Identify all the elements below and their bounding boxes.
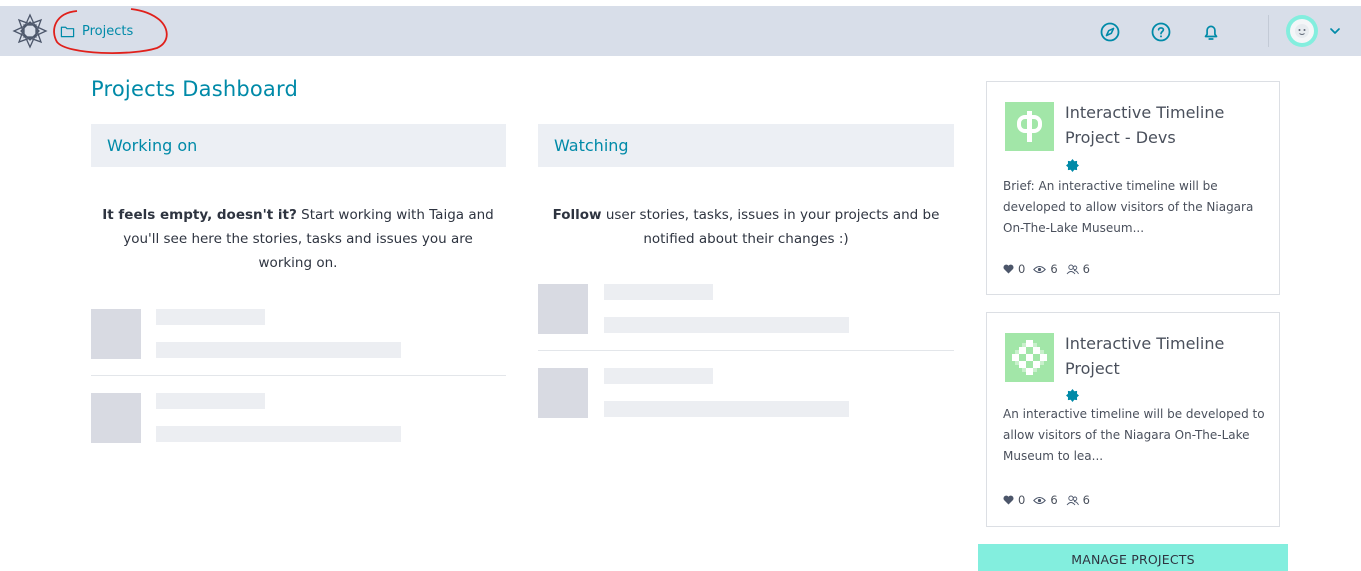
placeholder-text-bar: [156, 426, 401, 442]
working-on-empty-message: It feels empty, doesn't it? Start workin…: [100, 203, 496, 275]
topbar-divider: [1268, 15, 1269, 47]
top-navigation-bar: Projects: [0, 6, 1361, 56]
watching-empty-message: Follow user stories, tasks, issues in yo…: [552, 203, 940, 251]
project-stats: 0 6 6: [1003, 262, 1090, 276]
placeholder-text-bar: [604, 401, 849, 417]
taiga-logo-icon[interactable]: [12, 13, 48, 49]
project-logo[interactable]: [1005, 333, 1054, 382]
project-logo-pattern-icon: [1012, 340, 1047, 375]
watching-empty-text: user stories, tasks, issues in your proj…: [601, 207, 940, 247]
project-logo-glyph-icon: [1017, 111, 1042, 142]
placeholder-text-bar: [604, 317, 849, 333]
placeholder-text-bar: [156, 342, 401, 358]
placeholder-title-bar: [156, 393, 265, 409]
manage-projects-button[interactable]: MANAGE PROJECTS: [978, 544, 1288, 571]
project-card[interactable]: Interactive Timeline Project - Devs Brie…: [986, 81, 1280, 295]
folder-icon: [60, 26, 75, 37]
working-on-header: Working on: [91, 124, 506, 167]
project-description: Brief: An interactive timeline will be d…: [1003, 179, 1254, 235]
likes-count: 0: [1018, 262, 1026, 276]
avatar-image: [1290, 19, 1314, 43]
projects-nav-label: Projects: [82, 23, 134, 39]
watching-empty-bold: Follow: [552, 207, 602, 223]
help-icon[interactable]: [1150, 21, 1172, 43]
working-on-empty-bold: It feels empty, doesn't it?: [102, 207, 297, 223]
placeholder-thumbnail: [538, 368, 588, 418]
avatar-face-icon: [1295, 24, 1309, 38]
heart-icon: [1003, 495, 1014, 505]
heart-icon: [1003, 264, 1014, 274]
members-count: 6: [1082, 493, 1090, 507]
members-count: 6: [1082, 262, 1090, 276]
placeholder-thumbnail: [538, 284, 588, 334]
project-logo[interactable]: [1005, 102, 1054, 151]
watchers-count: 6: [1050, 493, 1058, 507]
chevron-down-icon[interactable]: [1328, 24, 1342, 38]
placeholder-title-bar: [604, 368, 713, 384]
placeholder-thumbnail: [91, 309, 141, 359]
members-icon: [1066, 495, 1079, 505]
project-status-badge-icon: [1066, 159, 1079, 172]
project-title[interactable]: Interactive Timeline Project - Devs: [1065, 100, 1265, 150]
user-avatar[interactable]: [1286, 15, 1318, 47]
projects-nav-link[interactable]: Projects: [60, 19, 133, 43]
page-title: Projects Dashboard: [91, 77, 298, 101]
placeholder-divider: [91, 375, 506, 376]
project-card[interactable]: Interactive Timeline Project An interact…: [986, 312, 1280, 527]
watchers-count: 6: [1050, 262, 1058, 276]
discover-icon[interactable]: [1099, 21, 1121, 43]
placeholder-divider: [538, 350, 954, 351]
members-icon: [1066, 264, 1079, 274]
project-title[interactable]: Interactive Timeline Project: [1065, 331, 1265, 381]
notifications-icon[interactable]: [1200, 21, 1222, 43]
eye-icon: [1033, 496, 1047, 504]
project-stats: 0 6 6: [1003, 493, 1090, 507]
project-status-badge-icon: [1066, 389, 1079, 402]
watching-header: Watching: [538, 124, 954, 167]
placeholder-thumbnail: [91, 393, 141, 443]
project-description: An interactive timeline will be develope…: [1003, 407, 1265, 463]
placeholder-title-bar: [156, 309, 265, 325]
placeholder-title-bar: [604, 284, 713, 300]
eye-icon: [1033, 265, 1047, 273]
likes-count: 0: [1018, 493, 1026, 507]
